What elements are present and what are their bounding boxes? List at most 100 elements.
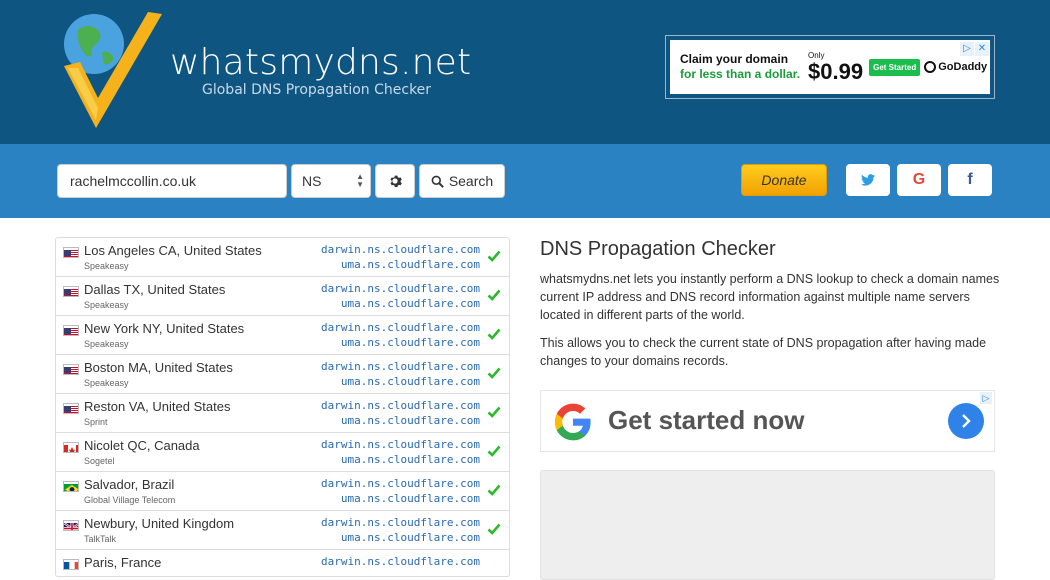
result-provider: Global Village Telecom (84, 495, 176, 505)
result-nameserver-2: uma.ns.cloudflare.com (340, 336, 480, 349)
flag-ca-icon (63, 442, 79, 453)
result-location: Dallas TX, United States (84, 282, 226, 297)
google-ad-banner[interactable]: Get started now ▷ (540, 390, 995, 452)
search-toolbar: rachelmccollin.co.uk NS ▲ ▼ Search Donate… (0, 144, 1050, 218)
result-provider: Sogetel (84, 456, 115, 466)
result-row[interactable]: Boston MA, United States Speakeasy darwin.… (56, 355, 509, 394)
settings-button[interactable] (375, 164, 415, 198)
ad-price: $0.99 (808, 59, 864, 84)
ad-price-block: Only $0.99 (808, 51, 863, 83)
flag-fr-icon (63, 559, 79, 570)
ad-cta-button[interactable]: Get Started (869, 58, 921, 76)
ad-advertiser-name: GoDaddy (938, 61, 988, 73)
flag-us-icon (63, 403, 79, 414)
chevron-right-icon (962, 414, 971, 428)
result-nameserver-2: uma.ns.cloudflare.com (340, 258, 480, 271)
result-row[interactable]: Nicolet QC, Canada Sogetel darwin.ns.cloud… (56, 433, 509, 472)
ad-placeholder (540, 470, 995, 580)
google-ad-next-button[interactable] (948, 403, 984, 439)
donate-button[interactable]: Donate (741, 164, 827, 196)
results-list: Los Angeles CA, United States Speakeasy da… (55, 237, 510, 577)
result-location: Los Angeles CA, United States (84, 243, 262, 258)
brand-title[interactable]: whatsmydns.net (170, 42, 471, 83)
result-row[interactable]: Los Angeles CA, United States Speakeasy da… (56, 238, 509, 277)
google-ad-text[interactable]: Get started now (608, 405, 804, 436)
ad-claim-text[interactable]: Claim your domain for less than a dollar… (680, 52, 800, 82)
result-nameserver-1: darwin.ns.cloudflare.com (321, 360, 480, 373)
godaddy-logo-icon (924, 61, 937, 73)
check-icon (487, 367, 501, 379)
flag-us-icon (63, 247, 79, 258)
result-location: Newbury, United Kingdom (84, 516, 235, 531)
result-nameserver-2: uma.ns.cloudflare.com (340, 492, 480, 505)
result-nameserver-2: uma.ns.cloudflare.com (340, 453, 480, 466)
result-nameserver-2: uma.ns.cloudflare.com (340, 531, 480, 544)
result-row[interactable]: Newbury, United Kingdom TalkTalk darwin.ns… (56, 511, 509, 550)
google-share-button[interactable]: G (897, 164, 941, 196)
result-location: Boston MA, United States (84, 360, 233, 375)
ad-advertiser: GoDaddy (924, 61, 987, 73)
domain-input[interactable]: rachelmccollin.co.uk (57, 164, 287, 198)
result-nameserver-2: uma.ns.cloudflare.com (340, 375, 480, 388)
result-location: New York NY, United States (84, 321, 245, 336)
adchoices-icon[interactable]: ▷ (980, 392, 992, 404)
gear-icon (390, 175, 402, 188)
flag-gb-icon (63, 520, 79, 531)
twitter-share-button[interactable] (846, 164, 890, 196)
site-header: whatsmydns.net Global DNS Propagation Ch… (0, 0, 1050, 144)
record-type-select[interactable]: NS ▲ ▼ (291, 164, 371, 198)
result-provider: Speakeasy (84, 378, 129, 388)
top-ad-banner[interactable]: Claim your domain for less than a dollar… (665, 35, 995, 99)
facebook-share-button[interactable]: f (948, 164, 992, 196)
check-icon (487, 250, 501, 262)
info-paragraph-2: This allows you to check the current sta… (540, 336, 987, 368)
result-row[interactable]: Reston VA, United States Sprint darwin.ns.… (56, 394, 509, 433)
result-nameserver-1: darwin.ns.cloudflare.com (321, 477, 480, 490)
flag-us-icon (63, 325, 79, 336)
result-row[interactable]: Salvador, Brazil Global Village Telecom da… (56, 472, 509, 511)
result-row[interactable]: Paris, France darwin.ns.cloudflare.com (56, 550, 509, 576)
result-location: Paris, France (84, 555, 162, 570)
result-nameserver-1: darwin.ns.cloudflare.com (321, 399, 480, 412)
result-row[interactable]: New York NY, United States Speakeasy darwi… (56, 316, 509, 355)
result-provider: Speakeasy (84, 300, 129, 310)
search-button-label: Search (448, 173, 494, 189)
close-icon[interactable]: ✕ (975, 42, 989, 56)
result-provider: Speakeasy (84, 339, 129, 349)
check-icon (487, 289, 501, 301)
result-row[interactable]: Dallas TX, United States Speakeasy darwin.… (56, 277, 509, 316)
logo-globe-check-icon[interactable] (58, 8, 168, 132)
result-nameserver-2: uma.ns.cloudflare.com (340, 297, 480, 310)
result-nameserver-2: uma.ns.cloudflare.com (340, 414, 480, 427)
result-nameserver-1: darwin.ns.cloudflare.com (321, 555, 480, 568)
search-icon (431, 175, 444, 188)
info-title: DNS Propagation Checker (540, 238, 776, 260)
ad-line2: for less than a dollar. (680, 67, 801, 81)
facebook-icon: f (967, 171, 973, 188)
search-button[interactable]: Search (419, 164, 505, 198)
result-location: Reston VA, United States (84, 399, 231, 414)
check-icon (487, 523, 501, 535)
result-nameserver-1: darwin.ns.cloudflare.com (321, 516, 480, 529)
google-g-logo-icon (554, 403, 591, 441)
flag-us-icon (63, 286, 79, 297)
flag-br-icon (63, 481, 79, 492)
flag-us-icon (63, 364, 79, 375)
result-location: Salvador, Brazil (84, 477, 175, 492)
result-nameserver-1: darwin.ns.cloudflare.com (321, 243, 480, 256)
record-type-value: NS (302, 173, 322, 189)
result-nameserver-1: darwin.ns.cloudflare.com (321, 282, 480, 295)
result-provider: Sprint (84, 417, 108, 427)
adchoices-icon[interactable]: ▷ (960, 42, 974, 56)
result-location: Nicolet QC, Canada (84, 438, 200, 453)
result-provider: Speakeasy (84, 261, 129, 271)
check-icon (487, 484, 501, 496)
select-arrows-icon: ▲ ▼ (356, 172, 364, 189)
google-icon: G (912, 171, 926, 188)
check-icon (487, 445, 501, 457)
info-paragraph-1: whatsmydns.net lets you instantly perfor… (540, 272, 1000, 322)
ad-line1: Claim your domain (680, 52, 789, 66)
result-nameserver-1: darwin.ns.cloudflare.com (321, 438, 480, 451)
result-nameserver-1: darwin.ns.cloudflare.com (321, 321, 480, 334)
brand-subtitle: Global DNS Propagation Checker (202, 82, 432, 98)
